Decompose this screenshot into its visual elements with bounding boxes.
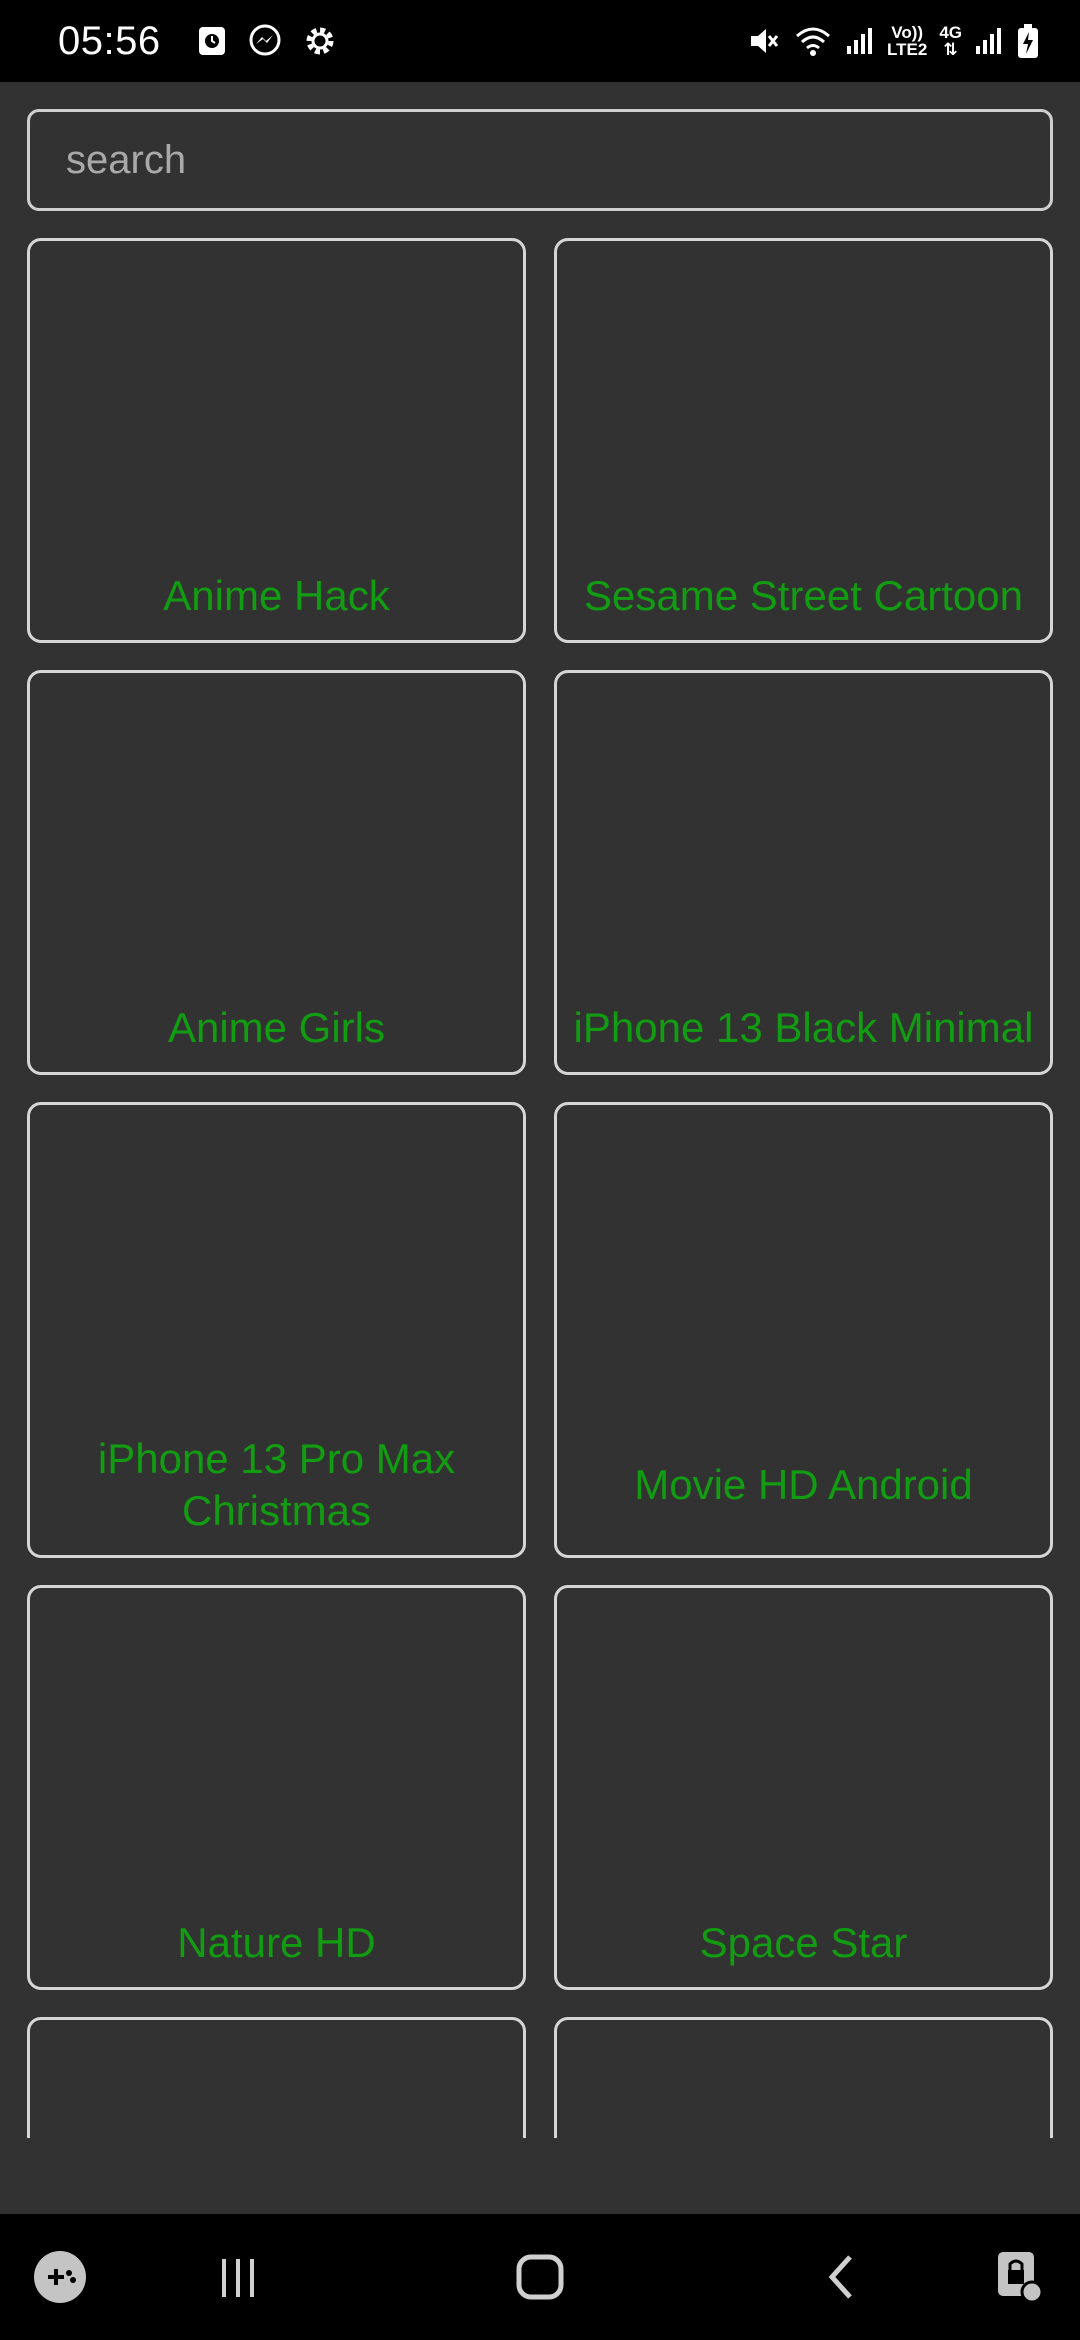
recent-apps-icon[interactable] xyxy=(208,2247,268,2307)
category-card-iphone-13-pro-max-christmas[interactable]: iPhone 13 Pro Max Christmas xyxy=(27,1102,526,1558)
main-content: Anime Hack Sesame Street Cartoon Anime G… xyxy=(0,82,1080,2214)
screen-lock-icon[interactable] xyxy=(990,2244,1050,2308)
network-4g-icon: 4G ⇅ xyxy=(939,23,962,59)
signal-strength-2-icon xyxy=(974,26,1004,56)
volte-icon: Vo)) LTE2 xyxy=(887,23,928,59)
home-icon[interactable] xyxy=(510,2247,570,2307)
category-card-movie-hd-android[interactable]: Movie HD Android xyxy=(554,1102,1053,1558)
category-card-space-star[interactable]: Space Star xyxy=(554,1585,1053,1990)
wifi-icon xyxy=(793,24,833,58)
category-card-partial[interactable] xyxy=(554,2017,1053,2138)
clock: 05:56 xyxy=(58,18,161,63)
messenger-icon xyxy=(247,23,283,59)
card-title: iPhone 13 Black Minimal xyxy=(573,1004,1034,1051)
card-title: Sesame Street Cartoon xyxy=(584,572,1023,619)
card-title: Space Star xyxy=(699,1919,908,1966)
settings-gear-icon xyxy=(303,24,337,58)
category-card-sesame-street-cartoon[interactable]: Sesame Street Cartoon xyxy=(554,238,1053,643)
search-box[interactable] xyxy=(27,109,1053,211)
card-title: iPhone 13 Pro Max Christmas xyxy=(97,1435,456,1534)
category-card-anime-hack[interactable]: Anime Hack xyxy=(27,238,526,643)
back-icon[interactable] xyxy=(812,2247,872,2307)
navigation-bar xyxy=(0,2214,1080,2340)
signal-strength-icon xyxy=(845,26,875,56)
card-title: Nature HD xyxy=(177,1919,376,1966)
status-right: Vo)) LTE2 4G ⇅ xyxy=(747,23,1040,59)
category-card-iphone-13-black-minimal[interactable]: iPhone 13 Black Minimal xyxy=(554,670,1053,1075)
clock-app-notification-icon xyxy=(197,25,227,57)
card-title: Anime Hack xyxy=(163,572,390,619)
category-card-partial[interactable] xyxy=(27,2017,526,2138)
card-title: Movie HD Android xyxy=(634,1461,973,1508)
status-bar: 05:56 Vo)) LTE2 4G ⇅ xyxy=(0,0,1080,82)
game-launcher-icon[interactable] xyxy=(30,2247,90,2307)
battery-charging-icon xyxy=(1016,23,1040,59)
mute-icon xyxy=(747,24,781,58)
category-card-nature-hd[interactable]: Nature HD xyxy=(27,1585,526,1990)
category-card-anime-girls[interactable]: Anime Girls xyxy=(27,670,526,1075)
search-input[interactable] xyxy=(66,137,1050,183)
status-left: 05:56 xyxy=(58,19,337,64)
card-title: Anime Girls xyxy=(167,1004,386,1051)
wallpaper-grid[interactable]: Anime Hack Sesame Street Cartoon Anime G… xyxy=(0,238,1080,2138)
